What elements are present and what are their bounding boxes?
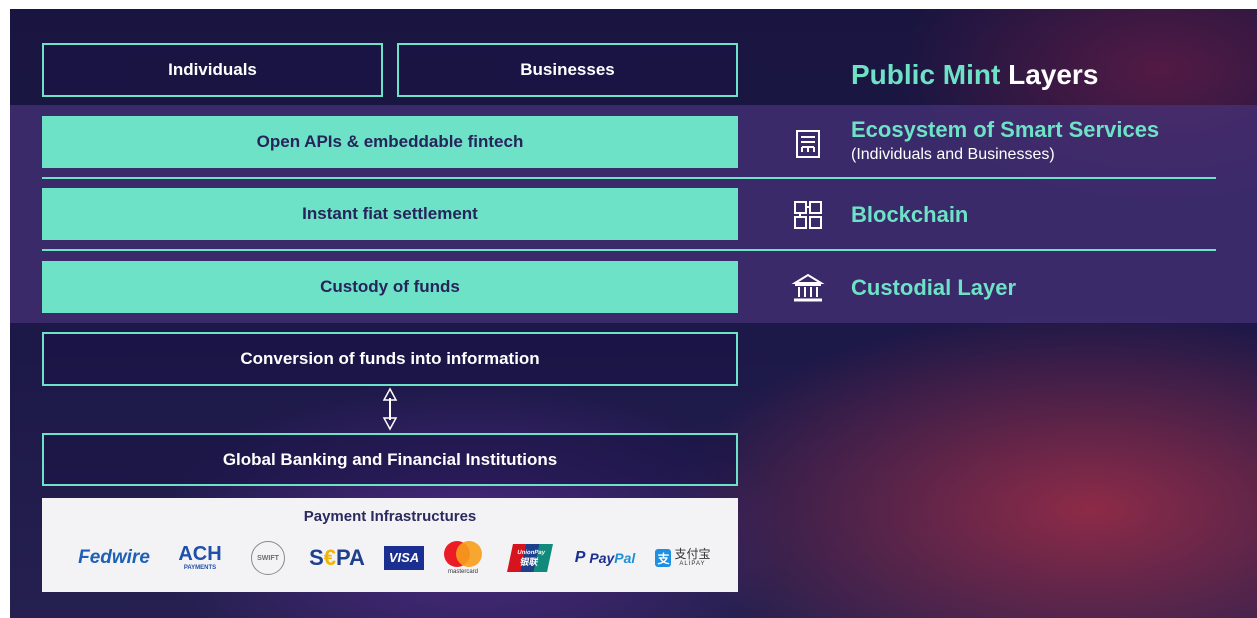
ach-text: ACH xyxy=(178,543,222,565)
instant-settlement-box: Instant fiat settlement xyxy=(42,188,738,240)
smart-services-label: Ecosystem of Smart Services xyxy=(851,117,1160,142)
sepa-logo: S € PA xyxy=(304,538,370,578)
alipay-text: ALIPAY xyxy=(679,561,706,567)
businesses-box: Businesses xyxy=(397,43,738,97)
unionpay-logo: UnionPay 银联 xyxy=(507,538,553,578)
open-apis-box: Open APIs & embeddable fintech xyxy=(42,116,738,168)
bidirectional-arrow xyxy=(382,387,398,431)
payment-title: Payment Infrastructures xyxy=(303,508,477,525)
visa-text: VISA xyxy=(388,550,420,565)
sepa-s: S xyxy=(309,545,324,570)
smart-services-icon xyxy=(796,130,820,158)
paypal-logo: P Pay Pal xyxy=(570,538,640,578)
ach-logo: ACH PAYMENTS xyxy=(174,538,226,578)
layer-divider xyxy=(42,177,1216,179)
layer-divider xyxy=(42,249,1216,251)
mastercard-logo: mastercard xyxy=(438,538,488,578)
alipay-logo: 支 支付宝 ALIPAY xyxy=(650,538,716,578)
conversion-box: Conversion of funds into information xyxy=(42,332,738,386)
custody-box: Custody of funds xyxy=(42,261,738,313)
title-rest: Layers xyxy=(1008,59,1099,90)
mastercard-circles xyxy=(444,541,482,567)
paypal-icon: P xyxy=(574,549,586,566)
fedwire-text: Fedwire xyxy=(78,547,150,568)
bank-building-icon xyxy=(791,273,825,302)
swift-logo: SWIFT xyxy=(248,538,288,578)
title-brand: Public Mint xyxy=(851,59,1001,90)
blockchain-label: Blockchain xyxy=(851,202,969,227)
alipay-icon: 支 xyxy=(655,549,672,567)
fedwire-logo: Fedwire xyxy=(70,538,158,578)
individuals-box: Individuals xyxy=(42,43,383,97)
unionpay-cn-text: 银联 xyxy=(519,557,540,567)
paypal-pal: Pal xyxy=(614,550,636,566)
custodial-label: Custodial Layer xyxy=(851,275,1017,300)
sepa-euro: € xyxy=(323,545,336,570)
ach-subtext: PAYMENTS xyxy=(183,565,217,571)
smart-services-sublabel: (Individuals and Businesses) xyxy=(851,146,1055,163)
mastercard-text: mastercard xyxy=(447,569,478,575)
banking-box: Global Banking and Financial Institution… xyxy=(42,433,738,486)
diagram-canvas: Individuals Businesses Public Mint Layer… xyxy=(10,9,1257,618)
unionpay-text: UnionPay xyxy=(516,550,546,556)
diagram-title: Public Mint Layers xyxy=(851,59,1098,91)
paypal-pay: Pay xyxy=(589,550,615,566)
sepa-pa: PA xyxy=(336,545,365,570)
swift-text: SWIFT xyxy=(257,554,279,562)
blockchain-icon xyxy=(794,201,822,229)
visa-logo: VISA xyxy=(383,538,425,578)
alipay-cn-text: 支付宝 xyxy=(674,547,711,561)
payment-infrastructures-panel: Payment Infrastructures Fedwire ACH PAYM… xyxy=(42,498,738,592)
